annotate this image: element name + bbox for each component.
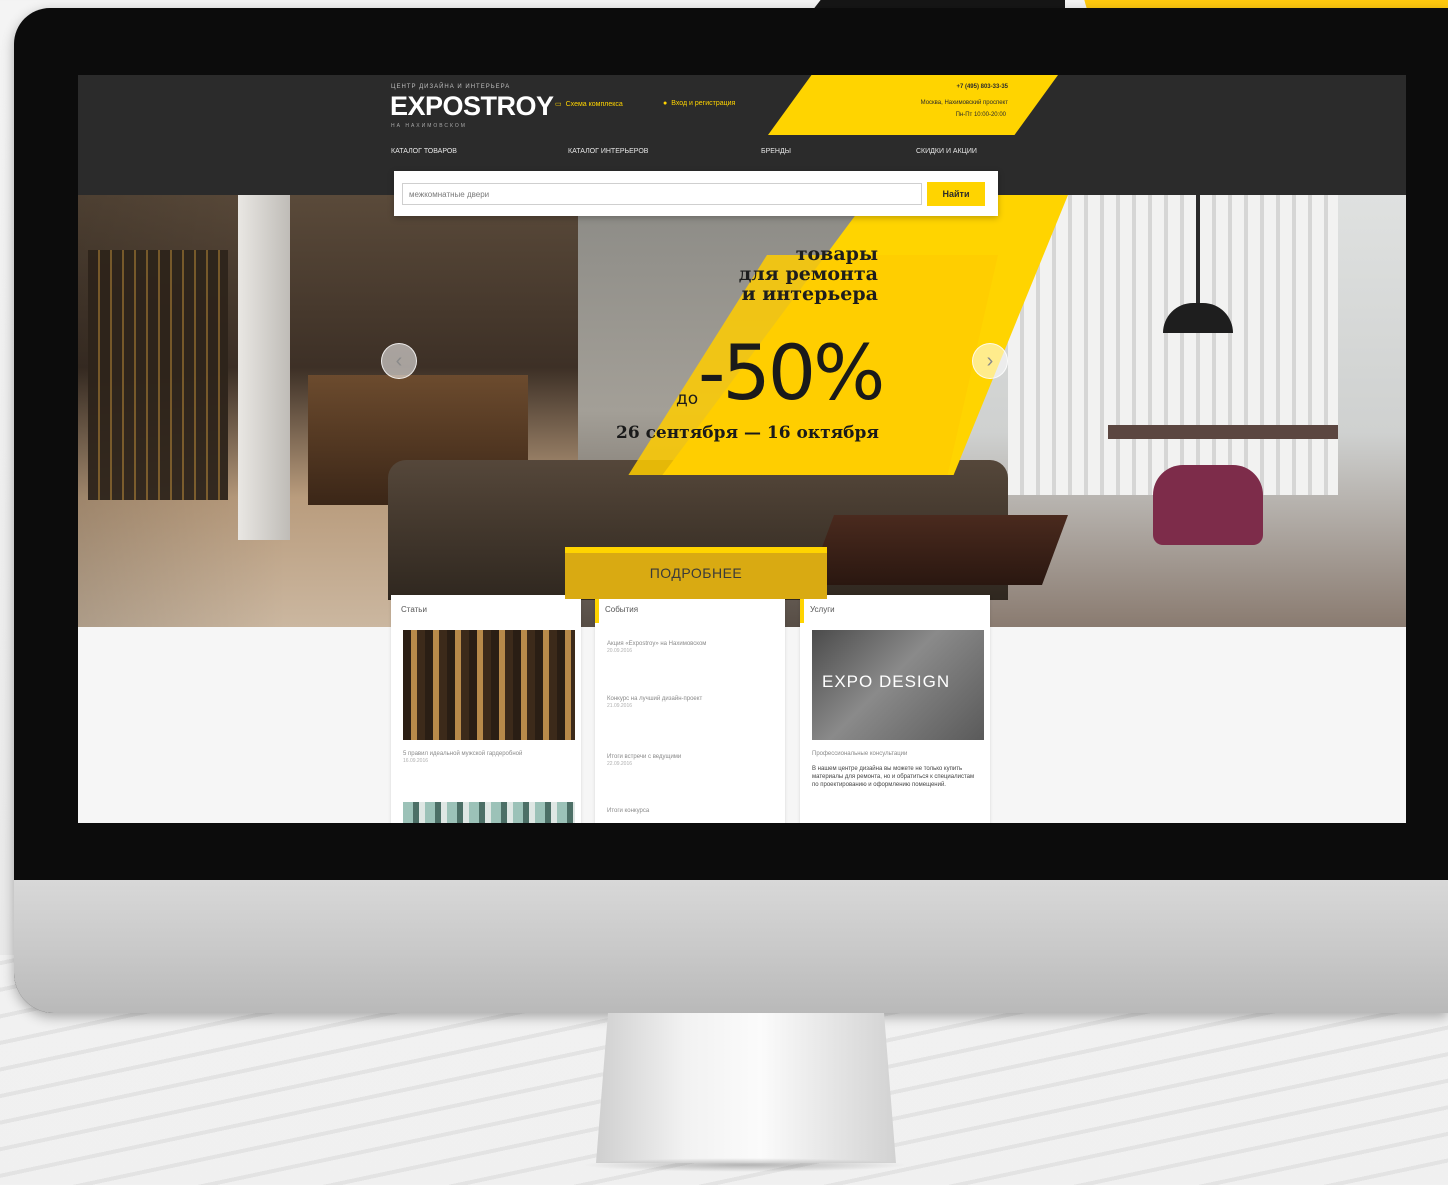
card-articles: Статьи 5 правил идеальной мужской гардер…: [391, 595, 581, 823]
nav-catalog-interiors[interactable]: КАТАЛОГ ИНТЕРЬЕРОВ: [568, 148, 648, 155]
article-link[interactable]: 5 правил идеальной мужской гардеробной 1…: [403, 750, 573, 765]
website-screen: ЦЕНТР ДИЗАЙНА И ИНТЕРЬЕРА EXPOSTROY НА Н…: [78, 75, 1406, 823]
slider-next-button[interactable]: ›: [972, 343, 1008, 379]
promo-discount: -50%: [698, 328, 885, 417]
card-articles-title[interactable]: Статьи: [401, 605, 427, 614]
link-login-register[interactable]: ● Вход и регистрация: [663, 100, 735, 107]
contact-phone[interactable]: +7 (495) 803-33-35: [898, 84, 1008, 90]
card-events-title[interactable]: События: [605, 605, 638, 614]
event-link-1-text: Акция «Expostroy» на Нахимовском: [607, 641, 707, 647]
card-services: Услуги EXPO DESIGN Профессиональные конс…: [800, 595, 990, 823]
contact-address: Москва, Нахимовский проспект: [920, 100, 1008, 106]
monitor-stand: [596, 1013, 896, 1163]
nav-brands[interactable]: БРЕНДЫ: [761, 148, 791, 155]
card-events: События Акция «Expostroy» на Нахимовском…: [595, 595, 785, 823]
link-complex-map-label: Схема комплекса: [565, 101, 623, 108]
map-icon: ▭: [555, 101, 562, 108]
stand-shadow: [580, 1158, 910, 1172]
article-link-text: 5 правил идеальной мужской гардеробной: [403, 751, 523, 757]
article-date: 16.09.2016: [403, 758, 429, 765]
promo-line-1: товары: [795, 243, 878, 265]
event-1-date: 20.09.2016: [607, 648, 633, 655]
hero-pillar: [238, 195, 290, 540]
user-icon: ●: [663, 100, 668, 107]
event-link-4-text: Итоги конкурса: [607, 808, 650, 814]
link-complex-map[interactable]: ▭ Схема комплекса: [555, 100, 623, 108]
search-bar: Найти: [394, 171, 998, 216]
event-link-2[interactable]: Конкурс на лучший дизайн-проект 21.09.20…: [607, 695, 777, 710]
promo-line-3: и интерьера: [741, 283, 878, 305]
slider-prev-button[interactable]: ‹: [381, 343, 417, 379]
chevron-right-icon: ›: [986, 350, 994, 372]
link-login-register-label: Вход и регистрация: [671, 100, 736, 107]
service-image-expo-design[interactable]: EXPO DESIGN: [812, 630, 984, 740]
event-link-2-text: Конкурс на лучший дизайн-проект: [607, 696, 703, 702]
more-button[interactable]: ПОДРОБНЕЕ: [565, 547, 827, 599]
event-link-3-text: Итоги встречи с ведущими: [607, 754, 682, 760]
nav-sales[interactable]: СКИДКИ И АКЦИИ: [916, 148, 977, 155]
promo-prefix: до: [676, 389, 699, 409]
chevron-left-icon: ‹: [395, 350, 403, 372]
hero-dining-table: [1108, 425, 1338, 439]
search-button[interactable]: Найти: [927, 182, 985, 206]
service-description: В нашем центре дизайна вы можете не толь…: [812, 766, 975, 789]
logo-subtitle: НА НАХИМОВСКОМ: [391, 123, 467, 129]
hero-wine-wall: [88, 250, 228, 500]
event-link-1[interactable]: Акция «Expostroy» на Нахимовском 20.09.2…: [607, 640, 777, 655]
hero-curtains: [1008, 195, 1338, 495]
card-services-accent: [800, 595, 804, 623]
promo-dates: 26 сентября — 16 октября: [616, 423, 879, 443]
article-image-wardrobe[interactable]: [403, 630, 575, 740]
card-services-title[interactable]: Услуги: [810, 605, 835, 614]
service-link-text: Профессиональные консультации: [812, 751, 908, 757]
more-button-accent: [565, 547, 827, 553]
hero-lamp-cord: [1196, 195, 1200, 305]
card-events-accent: [595, 595, 599, 623]
logo-tagline: ЦЕНТР ДИЗАЙНА И ИНТЕРЬЕРА: [391, 84, 511, 90]
expo-design-label: EXPO DESIGN: [822, 672, 951, 691]
service-link[interactable]: Профессиональные консультации: [812, 750, 982, 758]
event-link-4[interactable]: Итоги конкурса: [607, 807, 777, 815]
search-input[interactable]: [402, 183, 922, 205]
logo[interactable]: EXPOSTROY: [390, 91, 554, 122]
event-link-3[interactable]: Итоги встречи с ведущими 22.09.2016: [607, 753, 777, 768]
promo-line-2: для ремонта: [738, 263, 878, 285]
hero-coffee-table: [808, 515, 1068, 585]
article-image-2[interactable]: [403, 802, 575, 823]
monitor-chin: [14, 880, 1448, 1013]
event-3-date: 22.09.2016: [607, 761, 633, 768]
contact-hours: Пн-Пт 10:00-20:00: [955, 112, 1006, 118]
nav-catalog-goods[interactable]: КАТАЛОГ ТОВАРОВ: [391, 148, 457, 155]
event-2-date: 21.09.2016: [607, 703, 633, 710]
hero-armchair: [1153, 465, 1263, 545]
